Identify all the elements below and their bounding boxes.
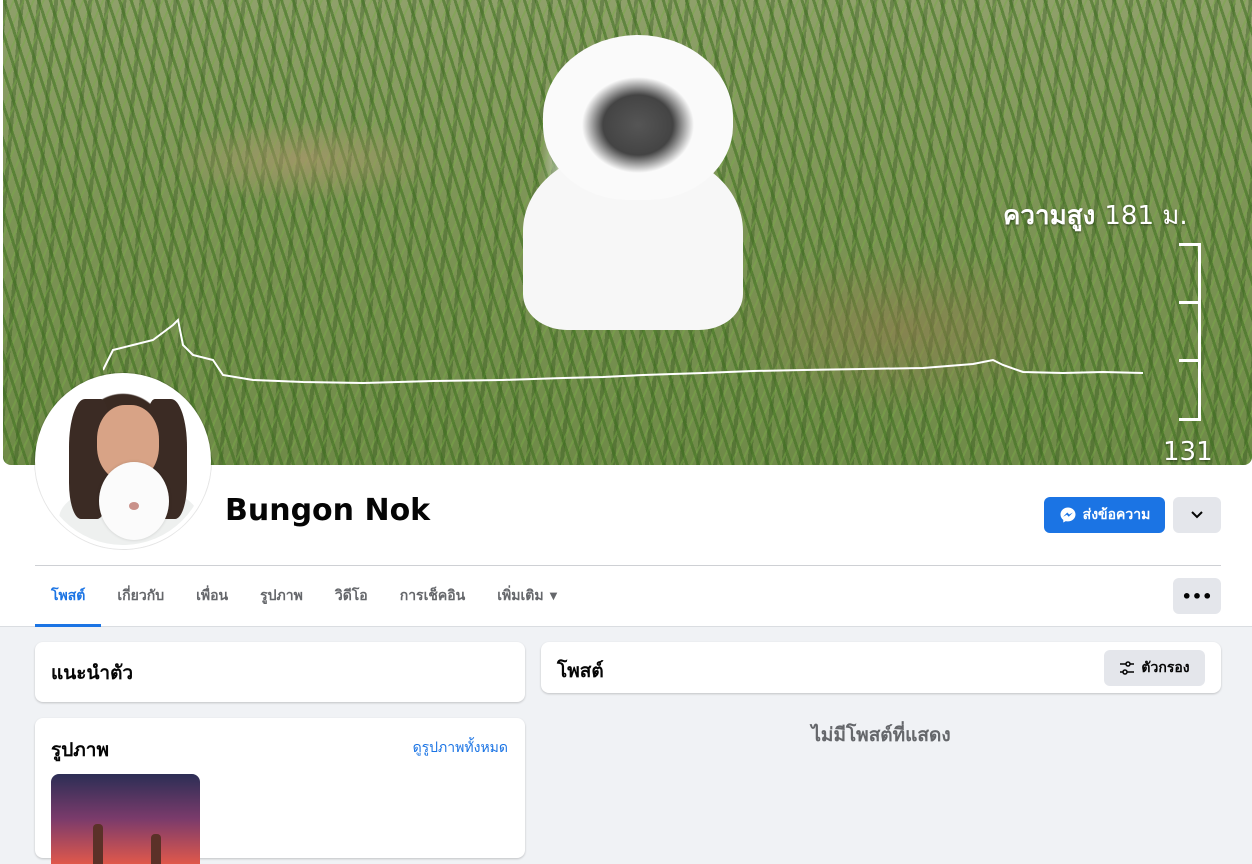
avatar[interactable] (35, 373, 211, 549)
chevron-down-icon (1191, 511, 1203, 519)
profile-header: ความสูง 181 ม. 131 Bungon Nok ส่งข้อความ… (0, 0, 1252, 627)
profile-options-dropdown[interactable] (1173, 497, 1221, 533)
intro-card: แนะนำตัว (35, 642, 525, 702)
tab-more[interactable]: เพิ่มเติม ▼ (481, 566, 573, 626)
tab-posts[interactable]: โพสต์ (35, 566, 102, 627)
elevation-profile (103, 317, 1144, 385)
messenger-icon (1060, 507, 1076, 523)
tab-about[interactable]: เกี่ยวกับ (101, 566, 180, 626)
filter-button[interactable]: ตัวกรอง (1104, 650, 1205, 686)
no-posts-message: ไม่มีโพสต์ที่แสดง (811, 724, 951, 746)
send-message-button[interactable]: ส่งข้อความ (1044, 497, 1165, 533)
profile-tabs: โพสต์ เกี่ยวกับ เพื่อน รูปภาพ วิดีโอ การ… (35, 566, 573, 627)
filter-label: ตัวกรอง (1141, 660, 1190, 676)
cover-photo[interactable]: ความสูง 181 ม. 131 (3, 0, 1252, 465)
tab-photos[interactable]: รูปภาพ (244, 566, 319, 626)
profile-name: Bungon Nok (225, 493, 431, 528)
tab-checkins[interactable]: การเช็คอิน (384, 566, 482, 626)
more-options-button[interactable]: ••• (1173, 578, 1221, 614)
see-all-photos-link[interactable]: ดูรูปภาพทั้งหมด (413, 737, 508, 759)
tab-videos[interactable]: วิดีโอ (319, 566, 384, 626)
more-dots-icon: ••• (1181, 586, 1213, 606)
altitude-label: ความสูง 181 ม. (1003, 201, 1188, 231)
photo-thumbnail[interactable] (51, 774, 200, 864)
posts-card: โพสต์ ตัวกรอง (541, 642, 1221, 693)
send-message-label: ส่งข้อความ (1082, 507, 1151, 523)
photos-card: รูปภาพ ดูรูปภาพทั้งหมด (35, 718, 525, 864)
puppy-head (543, 35, 733, 200)
tab-friends[interactable]: เพื่อน (180, 566, 244, 626)
filter-sliders-icon (1120, 661, 1135, 675)
caret-down-icon: ▼ (549, 590, 558, 602)
posts-title: โพสต์ (557, 660, 604, 682)
photos-title: รูปภาพ (51, 739, 109, 761)
altitude-scale (1179, 243, 1201, 421)
altitude-min: 131 (1163, 437, 1213, 465)
intro-title: แนะนำตัว (51, 662, 134, 684)
